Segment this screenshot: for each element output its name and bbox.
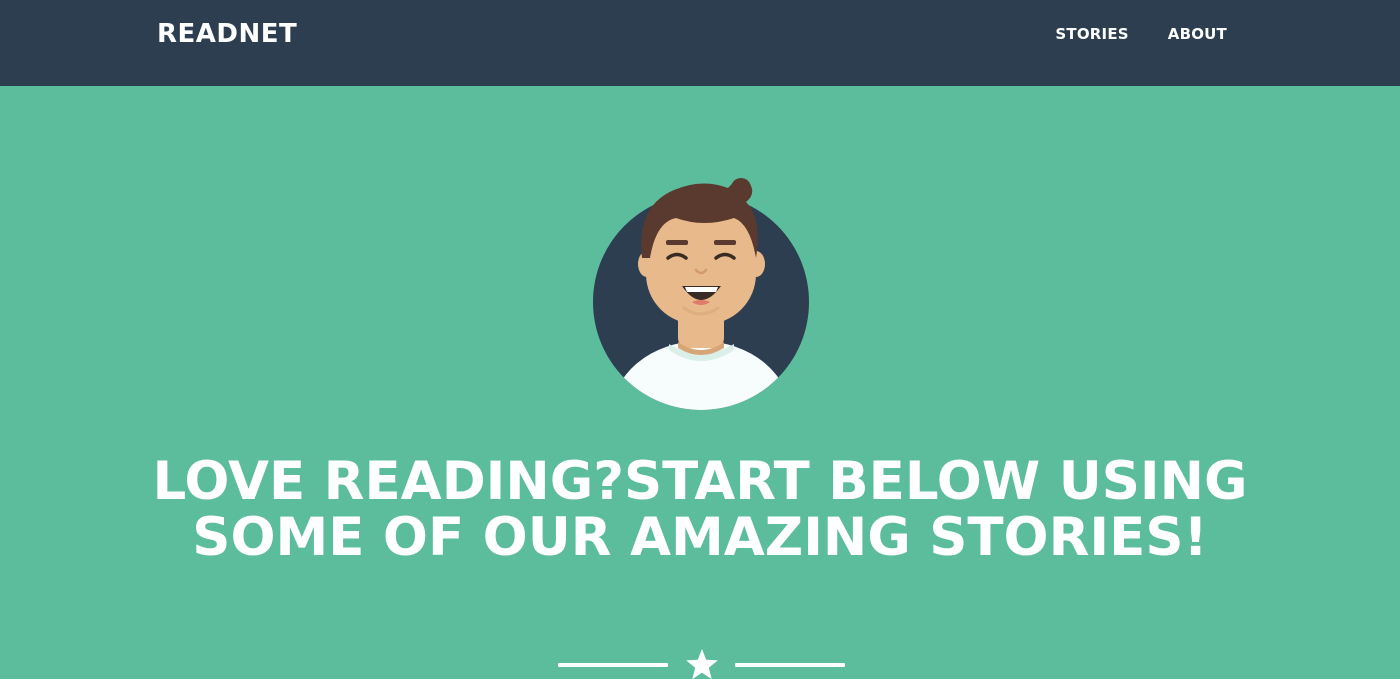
star-icon xyxy=(686,649,718,680)
divider-line-left xyxy=(558,663,668,667)
nav-links: STORIES ABOUT xyxy=(1055,24,1227,44)
navbar: READNET STORIES ABOUT xyxy=(0,0,1400,86)
nav-link-about[interactable]: ABOUT xyxy=(1168,24,1227,44)
page-headline: LOVE READING?START BELOW USING SOME OF O… xyxy=(152,451,1248,568)
star-divider xyxy=(558,648,845,680)
divider-line-right xyxy=(735,663,845,667)
masthead: LOVE READING?START BELOW USING SOME OF O… xyxy=(0,86,1400,680)
nav-link-stories[interactable]: STORIES xyxy=(1055,24,1128,44)
smiling-person-avatar-icon xyxy=(593,178,809,410)
brand-logo-link[interactable]: READNET xyxy=(157,17,297,51)
